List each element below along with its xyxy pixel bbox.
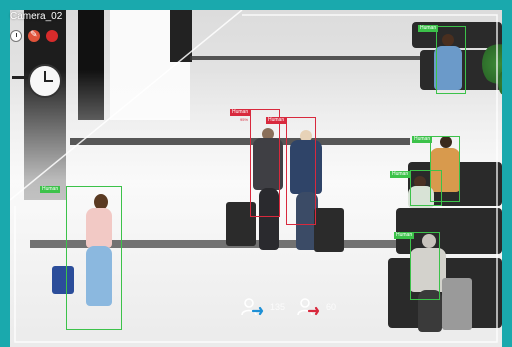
detection-box[interactable] <box>250 109 280 217</box>
entered-counter: 135 <box>240 296 285 318</box>
wall-clock <box>28 64 62 98</box>
entered-count: 135 <box>270 302 286 312</box>
detection-label: Human <box>418 25 439 32</box>
detection-confidence: 95% <box>240 117 249 122</box>
detection-label: Human <box>390 171 411 178</box>
person-enter-icon <box>241 298 264 316</box>
exited-counter: 60 <box>296 296 336 318</box>
suitcase <box>442 278 472 330</box>
tool-icon[interactable] <box>28 29 40 42</box>
detection-label: Human <box>230 109 251 116</box>
detection-box[interactable] <box>436 26 466 94</box>
detection-box[interactable] <box>286 117 316 225</box>
pillar <box>170 10 192 62</box>
record-icon[interactable] <box>46 30 58 42</box>
detection-box[interactable] <box>410 170 442 206</box>
camera-title: Camera_02 <box>10 11 63 22</box>
exited-count: 60 <box>326 302 337 312</box>
detection-label: Human <box>40 186 61 193</box>
suitcase <box>314 208 344 252</box>
detection-box[interactable] <box>66 186 122 330</box>
clock-icon[interactable] <box>10 30 22 42</box>
detection-label: Human <box>266 117 287 124</box>
detection-label: Human <box>412 136 433 143</box>
detection-label: Human <box>394 232 415 239</box>
person-exit-icon <box>297 298 320 316</box>
floor-stripe <box>70 138 410 145</box>
floor-stripe <box>190 56 420 60</box>
clock-bracket <box>12 76 28 79</box>
detection-box[interactable] <box>410 232 440 300</box>
